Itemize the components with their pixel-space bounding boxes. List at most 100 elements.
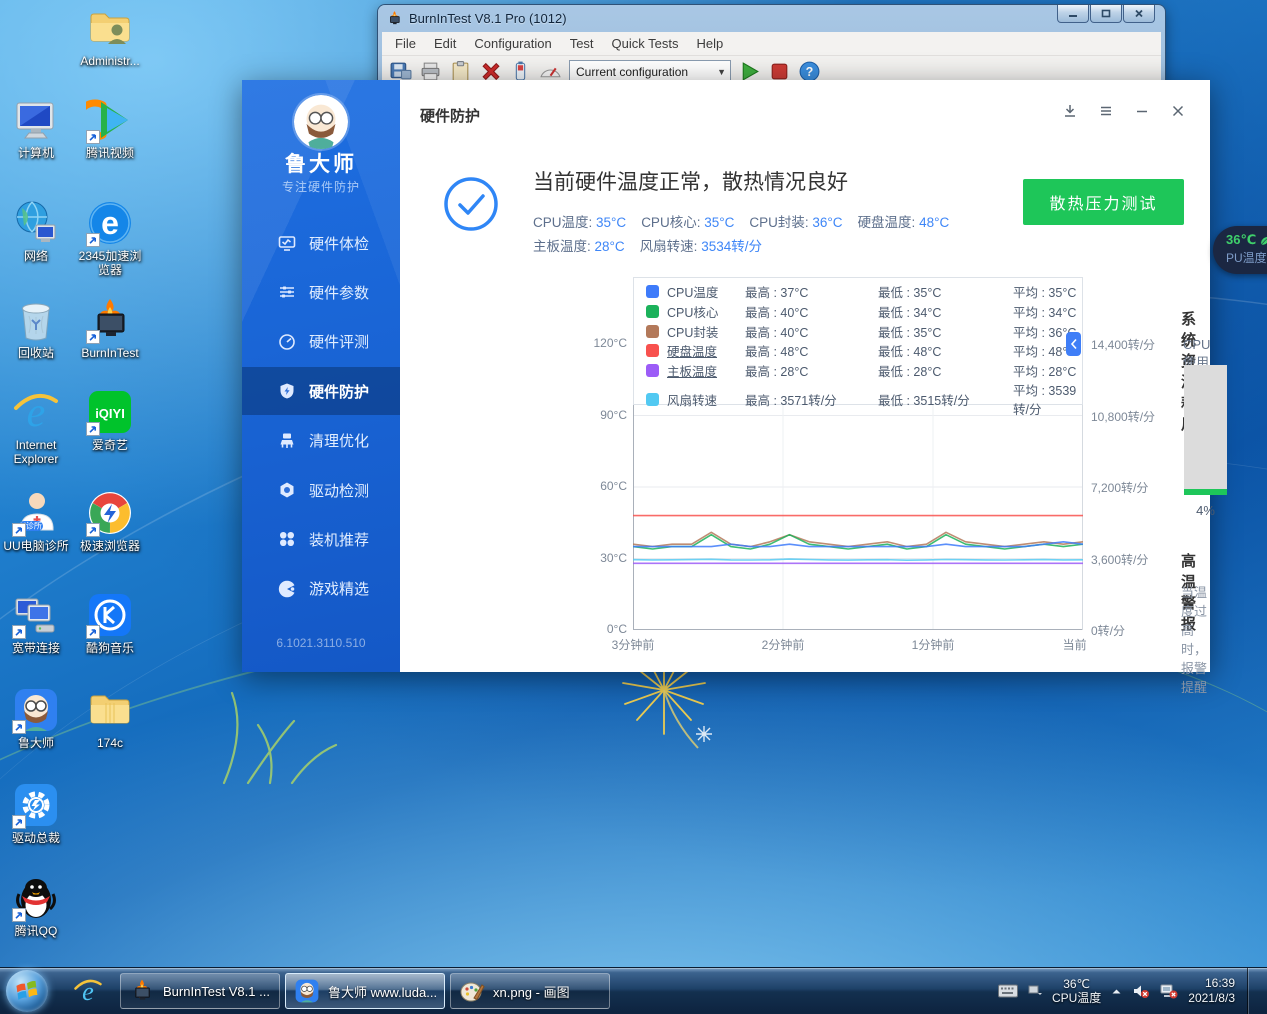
desktop-icon-kugou[interactable]: 酷狗音乐 xyxy=(66,591,154,655)
taskbar-button-ludashi[interactable]: 鲁大师 www.luda... xyxy=(285,973,445,1009)
stress-test-button[interactable]: 散热压力测试 xyxy=(1023,179,1184,225)
burnintest-titlebar[interactable]: BurnInTest V8.1 Pro (1012) xyxy=(378,5,1165,32)
paint-icon xyxy=(459,978,485,1004)
ie-icon: e xyxy=(12,388,60,436)
minimize-icon[interactable] xyxy=(1134,103,1150,119)
burnintest-window-controls xyxy=(1056,5,1155,23)
sidebar-item-tijian[interactable]: 硬件体检 xyxy=(242,219,400,267)
menu-configuration[interactable]: Configuration xyxy=(465,33,560,54)
status-stat: 硬盘温度: 48°C xyxy=(858,211,950,231)
sidebar-item-zhuangji[interactable]: 装机推荐 xyxy=(242,515,400,563)
tray-temp-value: 36℃ xyxy=(1052,977,1101,991)
minimize-button[interactable] xyxy=(1057,5,1089,23)
volume-muted-icon[interactable] xyxy=(1132,983,1150,999)
desktop-icon-label: 驱动总裁 xyxy=(0,831,80,845)
legend-swatch xyxy=(646,305,659,318)
sidebar-item-label: 装机推荐 xyxy=(309,529,369,550)
legend-min: 最低 : 35°C xyxy=(878,282,1013,301)
hidden-icons-arrow[interactable] xyxy=(1111,987,1122,996)
chevron-down-icon: ▼ xyxy=(717,67,726,77)
uu-doctor-icon: U诊所 xyxy=(12,489,60,537)
ludashi-sidebar: 鲁大师 专注硬件防护 硬件体检硬件参数硬件评测硬件防护清理优化驱动检测装机推荐游… xyxy=(242,80,400,672)
desktop-icon-label: 爱奇艺 xyxy=(66,438,154,452)
sidebar-item-pingce[interactable]: 硬件评测 xyxy=(242,318,400,366)
ludashi-face-icon xyxy=(294,978,320,1004)
menu-help[interactable]: Help xyxy=(687,33,732,54)
legend-series-name[interactable]: 硬盘温度 xyxy=(667,341,745,360)
pingce-icon xyxy=(278,333,296,351)
cpu-usage-fill xyxy=(1184,489,1227,496)
y-axis-right-tick: 3,600转/分 xyxy=(1091,551,1181,568)
legend-min: 最低 : 34°C xyxy=(878,302,1013,321)
desktop-icon-admin-folder[interactable]: Administr... xyxy=(66,4,154,68)
menu-quick-tests[interactable]: Quick Tests xyxy=(603,33,688,54)
tray-cpu-temp[interactable]: 36℃ CPU温度 xyxy=(1052,977,1101,1005)
app-version: 6.1021.3110.510 xyxy=(242,636,400,650)
iqiyi-icon: iQIYI xyxy=(86,388,134,436)
legend-max: 最高 : 40°C xyxy=(745,302,878,321)
legend-row: 主板温度最高 : 28°C最低 : 28°C平均 : 28°C xyxy=(634,361,1082,381)
legend-swatch xyxy=(646,344,659,357)
legend-swatch xyxy=(646,285,659,298)
taskbar: e BurnInTest V8.1 ... 鲁大师 www.luda...xn.p… xyxy=(0,967,1267,1014)
desktop-icon-iqiyi[interactable]: iQIYI 爱奇艺 xyxy=(66,388,154,452)
svg-text:?: ? xyxy=(806,65,814,79)
taskbar-button-paint[interactable]: xn.png - 画图 xyxy=(450,973,610,1009)
sidebar-item-qudong[interactable]: 驱动检测 xyxy=(242,466,400,514)
desktop-icon-label: BurnInTest xyxy=(66,346,154,360)
desktop-icon-label: Administr... xyxy=(66,54,154,68)
show-desktop-button[interactable] xyxy=(1247,968,1257,1014)
stat-value: 36°C xyxy=(812,215,842,230)
tray-clock[interactable]: 16:39 2021/8/3 xyxy=(1188,976,1235,1006)
desktop-icon-folder-174c[interactable]: 174c xyxy=(66,686,154,750)
shortcut-arrow-icon xyxy=(86,330,100,344)
floating-temp-widget[interactable]: 36℃ PU温度 xyxy=(1213,226,1267,274)
close-icon[interactable] xyxy=(1170,103,1186,119)
y-axis-right-tick: 7,200转/分 xyxy=(1091,479,1181,496)
taskbar-button-label: BurnInTest V8.1 ... xyxy=(163,984,270,999)
ludashi-main: 硬件防护 当前硬件温度正常，散热情况良好 CPU温度: 35°CCPU核心: 3… xyxy=(400,80,1210,672)
taskbar-button-burnintest[interactable]: BurnInTest V8.1 ... xyxy=(120,973,280,1009)
menu-test[interactable]: Test xyxy=(561,33,603,54)
alarm-caption: 当温度过高时，报警提醒 xyxy=(1181,582,1210,696)
desktop-icon-tencent-video[interactable]: 腾讯视频 xyxy=(66,96,154,160)
desktop-icon-label: 腾讯视频 xyxy=(66,146,154,160)
sidebar-item-qingli[interactable]: 清理优化 xyxy=(242,417,400,465)
tray-time: 16:39 xyxy=(1188,976,1235,991)
menu-file[interactable]: File xyxy=(386,33,425,54)
stat-label: 主板温度: xyxy=(533,239,595,254)
sidebar-item-label: 游戏精选 xyxy=(309,578,369,599)
taskbar-ie-icon[interactable]: e xyxy=(70,974,106,1008)
network-error-icon[interactable] xyxy=(1160,983,1178,999)
download-icon[interactable] xyxy=(1062,103,1078,119)
cpu-usage-b ar xyxy=(1184,365,1227,495)
language-bar-icon[interactable] xyxy=(1028,984,1042,998)
x-axis-tick: 1分钟前 xyxy=(912,636,955,653)
keyboard-icon[interactable] xyxy=(998,984,1018,998)
fanghu-icon xyxy=(278,382,296,400)
legend-collapse-button[interactable] xyxy=(1066,332,1081,356)
sidebar-item-youxi[interactable]: 游戏精选 xyxy=(242,565,400,613)
maximize-button[interactable] xyxy=(1090,5,1122,23)
desktop-icon-speed-browser[interactable]: 极速浏览器 xyxy=(66,489,154,553)
sidebar-item-fanghu[interactable]: 硬件防护 xyxy=(242,367,400,415)
sidebar-item-label: 驱动检测 xyxy=(309,480,369,501)
desktop-icon-driver[interactable]: 驱动总裁 xyxy=(0,781,80,845)
stat-value: 28°C xyxy=(595,239,625,254)
sidebar-item-canshu[interactable]: 硬件参数 xyxy=(242,268,400,316)
chart-series-风扇转速 xyxy=(633,559,1083,560)
legend-series-name[interactable]: 主板温度 xyxy=(667,361,745,380)
x-axis-tick: 当前 xyxy=(1063,636,1087,653)
shortcut-arrow-icon xyxy=(86,625,100,639)
close-button[interactable] xyxy=(1123,5,1155,23)
desktop-icon-browser-2345[interactable]: e2345加速浏 览器 xyxy=(66,199,154,277)
chart-series-CPU封装 xyxy=(633,532,1083,546)
desktop-icon-burnintest[interactable]: BurnInTest xyxy=(66,296,154,360)
desktop-icon-qq[interactable]: 腾讯QQ xyxy=(0,874,80,938)
start-button[interactable] xyxy=(6,970,48,1012)
status-stat: 风扇转速: 3534转/分 xyxy=(640,235,762,255)
menu-edit[interactable]: Edit xyxy=(425,33,465,54)
menu-icon[interactable] xyxy=(1098,103,1114,119)
qq-penguin-icon xyxy=(12,874,60,922)
legend-swatch xyxy=(646,325,659,338)
